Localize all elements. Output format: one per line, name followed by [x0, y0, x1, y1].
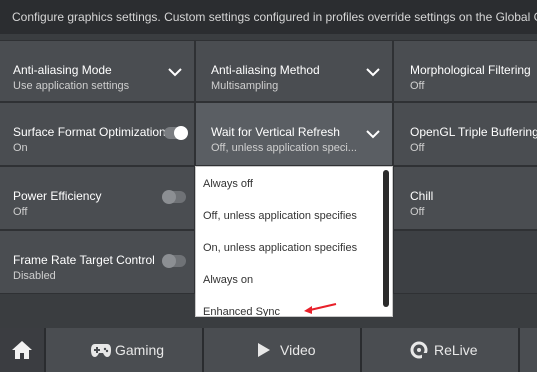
- tab-relive-label: ReLive: [434, 342, 478, 358]
- toggle-knob: [162, 190, 176, 204]
- surface-format-optimization-title: Surface Format Optimization: [13, 125, 166, 139]
- frame-rate-target-toggle[interactable]: [162, 254, 186, 268]
- power-efficiency-tile[interactable]: Power Efficiency Off: [0, 166, 195, 230]
- vertical-refresh-dropdown[interactable]: Always off Off, unless application speci…: [195, 166, 393, 317]
- wait-for-vertical-refresh-value: Off, unless application speci...: [211, 142, 357, 154]
- morphological-filtering-tile[interactable]: Morphological Filtering Off: [393, 40, 537, 102]
- chevron-down-icon: [366, 68, 380, 77]
- wait-for-vertical-refresh-tile[interactable]: Wait for Vertical Refresh Off, unless ap…: [195, 102, 393, 166]
- dropdown-option-always-off[interactable]: Always off: [196, 167, 382, 199]
- chill-value: Off: [410, 206, 425, 218]
- dropdown-option-always-on[interactable]: Always on: [196, 263, 382, 295]
- bottom-navigation-bar: Gaming Video ReLive: [0, 328, 537, 372]
- anti-aliasing-mode-value: Use application settings: [13, 80, 130, 92]
- power-efficiency-toggle[interactable]: [162, 190, 186, 204]
- relive-icon: [410, 341, 428, 359]
- anti-aliasing-method-tile[interactable]: Anti-aliasing Method Multisampling: [195, 40, 393, 102]
- chevron-down-icon: [168, 68, 182, 77]
- opengl-triple-buffering-tile[interactable]: OpenGL Triple Buffering Off: [393, 102, 537, 166]
- settings-description: Configure graphics settings. Custom sett…: [0, 0, 537, 34]
- morphological-filtering-title: Morphological Filtering: [410, 63, 531, 77]
- chill-tile[interactable]: Chill Off: [393, 166, 537, 230]
- opengl-triple-buffering-title: OpenGL Triple Buffering: [410, 125, 537, 139]
- wait-for-vertical-refresh-title: Wait for Vertical Refresh: [211, 125, 340, 139]
- dropdown-option-off-unless-app[interactable]: Off, unless application specifies: [196, 199, 382, 231]
- tab-video[interactable]: Video: [204, 328, 361, 372]
- empty-tile: [393, 230, 537, 294]
- tab-relive[interactable]: ReLive: [362, 328, 519, 372]
- morphological-filtering-value: Off: [410, 80, 425, 92]
- toggle-knob: [174, 126, 188, 140]
- frame-rate-target-control-tile[interactable]: Frame Rate Target Control Disabled: [0, 230, 195, 294]
- surface-format-optimization-tile[interactable]: Surface Format Optimization On: [0, 102, 195, 166]
- red-arrow-annotation: [304, 303, 337, 314]
- dropdown-scrollbar[interactable]: [383, 170, 389, 307]
- toggle-knob: [162, 254, 176, 268]
- frame-rate-target-control-value: Disabled: [13, 270, 56, 282]
- chevron-down-icon: [366, 130, 380, 139]
- dropdown-option-on-unless-app[interactable]: On, unless application specifies: [196, 231, 382, 263]
- chill-title: Chill: [410, 189, 434, 203]
- frame-rate-target-control-title: Frame Rate Target Control: [13, 253, 155, 267]
- surface-format-optimization-value: On: [13, 142, 28, 154]
- power-efficiency-title: Power Efficiency: [13, 189, 102, 203]
- gamepad-icon: [91, 344, 111, 357]
- home-button[interactable]: [0, 328, 44, 372]
- anti-aliasing-method-title: Anti-aliasing Method: [211, 63, 320, 77]
- anti-aliasing-method-value: Multisampling: [211, 80, 279, 92]
- opengl-triple-buffering-value: Off: [410, 142, 425, 154]
- dropdown-option-enhanced-sync[interactable]: Enhanced Sync: [196, 295, 382, 316]
- play-icon: [258, 343, 270, 357]
- tab-partial[interactable]: [520, 328, 537, 372]
- anti-aliasing-mode-tile[interactable]: Anti-aliasing Mode Use application setti…: [0, 40, 195, 102]
- tab-gaming[interactable]: Gaming: [46, 328, 203, 372]
- surface-format-toggle[interactable]: [164, 126, 188, 140]
- tab-gaming-label: Gaming: [115, 342, 165, 358]
- tab-video-label: Video: [280, 342, 316, 358]
- anti-aliasing-mode-title: Anti-aliasing Mode: [13, 63, 112, 77]
- power-efficiency-value: Off: [13, 206, 28, 218]
- home-icon: [12, 341, 32, 359]
